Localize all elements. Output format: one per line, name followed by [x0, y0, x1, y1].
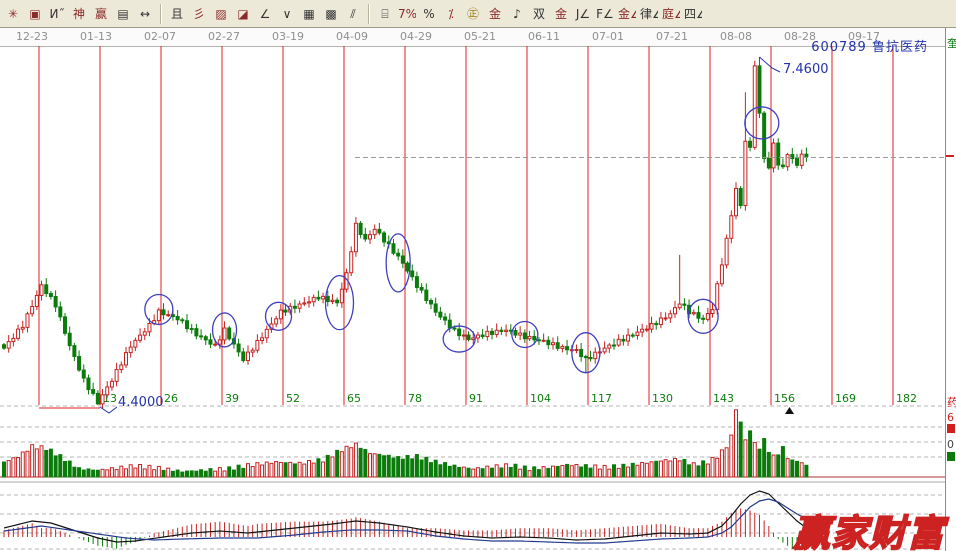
- tool-measure-shen[interactable]: 神: [69, 4, 89, 24]
- tool-golden-line[interactable]: 金: [551, 4, 571, 24]
- peak-price-label: 7.4600: [783, 62, 829, 77]
- tool-ting-angle[interactable]: 庭∠: [661, 4, 681, 24]
- cycle-count-label: 65: [347, 392, 361, 405]
- tool-golden-section[interactable]: 金: [485, 4, 505, 24]
- tool-period-ruler[interactable]: ▤: [113, 4, 133, 24]
- drawing-toolbar: ✳▣И˝神赢▤↔且彡▨◪∠∨▦▩⫽⌸7%%⁒㊣金♪双金J∠F∠金∠律∠庭∠四∠: [0, 0, 956, 28]
- cycle-count-label: 156: [774, 392, 795, 405]
- tool-grid[interactable]: ▦: [299, 4, 319, 24]
- tool-f-angle[interactable]: F∠: [595, 4, 615, 24]
- tool-lv-angle[interactable]: 律∠: [639, 4, 659, 24]
- tool-starburst[interactable]: ✳: [3, 4, 23, 24]
- cycle-count-label: 117: [591, 392, 612, 405]
- cycle-count-label: 26: [164, 392, 178, 405]
- tool-width-measure[interactable]: ↔: [135, 4, 155, 24]
- macd-dea-line: [4, 499, 806, 543]
- cycle-count-label: 13: [103, 392, 117, 405]
- tool-fan-box[interactable]: ◪: [233, 4, 253, 24]
- up-color-swatch: [947, 424, 955, 433]
- tool-percent[interactable]: %: [419, 4, 439, 24]
- toolbar-separator: [368, 4, 370, 24]
- tool-gold-angle[interactable]: 金∠: [617, 4, 637, 24]
- chart-canvas[interactable]: 13 26 39 52 65 78 91 104 117 130 143 156 169 182: [0, 28, 956, 551]
- cycle-count-label: 39: [225, 392, 239, 405]
- volume-marker-triangle: [785, 407, 794, 414]
- side-vol-dn-value: 0: [947, 439, 954, 450]
- tool-trend-angle[interactable]: ∠: [255, 4, 275, 24]
- cycle-count-label: 52: [286, 392, 300, 405]
- tool-si-angle[interactable]: 四∠: [683, 4, 703, 24]
- side-top-char: 奎: [947, 38, 956, 49]
- low-price-label: 4.4000: [118, 395, 164, 410]
- side-mid-char: 药: [947, 397, 956, 408]
- cycle-count-label: 78: [408, 392, 422, 405]
- price-pointers: [100, 57, 780, 413]
- stock-analysis-window: ✳▣И˝神赢▤↔且彡▨◪∠∨▦▩⫽⌸7%%⁒㊣金♪双金J∠F∠金∠律∠庭∠四∠ …: [0, 0, 956, 551]
- side-vol-up-value: 6: [947, 412, 954, 423]
- current-price-tick: [946, 155, 954, 157]
- down-color-swatch: [947, 452, 955, 461]
- cycle-count-label: 143: [713, 392, 734, 405]
- cycle-count-label: 104: [530, 392, 551, 405]
- tool-percent-7[interactable]: 7%: [397, 4, 417, 24]
- cycle-count-label: 91: [469, 392, 483, 405]
- tool-ray-fan[interactable]: 彡: [189, 4, 209, 24]
- toolbar-separator: [160, 4, 162, 24]
- stock-code: 600789: [811, 40, 867, 55]
- cycle-count-label: 169: [835, 392, 856, 405]
- ellipse-annotations[interactable]: [145, 107, 779, 373]
- tool-shaded-box[interactable]: ▨: [211, 4, 231, 24]
- tool-rectangle[interactable]: 且: [167, 4, 187, 24]
- tool-measure-ying[interactable]: 赢: [91, 4, 111, 24]
- tool-parallel-lines[interactable]: ⫽: [343, 4, 363, 24]
- cycle-turn-circle: [745, 107, 779, 139]
- cycle-turn-circle: [325, 276, 353, 330]
- cycle-count-label: 182: [896, 392, 917, 405]
- tool-zigzag[interactable]: ∨: [277, 4, 297, 24]
- cycle-time-lines[interactable]: 13 26 39 52 65 78 91 104 117 130 143 156 169 182: [39, 46, 917, 408]
- tool-double-top[interactable]: 双: [529, 4, 549, 24]
- tool-golden-circle[interactable]: ㊣: [463, 4, 483, 24]
- stock-name: 鲁抗医药: [872, 40, 928, 55]
- tool-j-angle[interactable]: J∠: [573, 4, 593, 24]
- cycle-count-label: 130: [652, 392, 673, 405]
- tool-wave-count[interactable]: И˝: [47, 4, 67, 24]
- cycle-turn-circle: [265, 302, 291, 330]
- macd-dif-line: [4, 491, 806, 542]
- tool-percent-line[interactable]: ⁒: [441, 4, 461, 24]
- tool-grid-dense[interactable]: ▩: [321, 4, 341, 24]
- macd-indicator: [4, 491, 806, 550]
- tool-gann-box[interactable]: ▣: [25, 4, 45, 24]
- stock-title: 600789 鲁抗医药: [811, 36, 928, 55]
- right-panel-edge: 奎 药 6 0: [945, 28, 956, 551]
- tool-note[interactable]: ♪: [507, 4, 527, 24]
- tool-fib-levels[interactable]: ⌸: [375, 4, 395, 24]
